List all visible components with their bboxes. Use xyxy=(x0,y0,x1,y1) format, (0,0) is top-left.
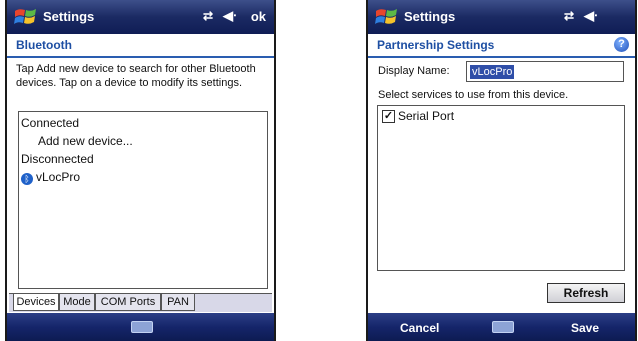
serial-port-label: Serial Port xyxy=(398,109,455,123)
bluetooth-icon: ᛒ xyxy=(21,173,33,185)
disconnected-section-label: Disconnected xyxy=(21,152,94,166)
tab-devices[interactable]: Devices xyxy=(13,294,59,311)
display-name-label: Display Name: xyxy=(378,65,450,77)
page-title: Bluetooth xyxy=(7,34,274,58)
speaker-icon[interactable]: ◀ᐧ xyxy=(584,8,597,24)
title-text[interactable]: Settings xyxy=(43,9,94,24)
speaker-icon[interactable]: ◀ᐧ xyxy=(223,8,236,24)
help-icon[interactable]: ? xyxy=(614,37,629,52)
cancel-softkey[interactable]: Cancel xyxy=(400,321,439,335)
header-text: Bluetooth xyxy=(16,38,72,52)
soft-key-bar xyxy=(7,313,274,341)
tab-pan[interactable]: PAN xyxy=(161,294,195,311)
connected-section-label: Connected xyxy=(21,116,80,130)
ok-button[interactable]: ok xyxy=(251,9,266,24)
connectivity-icon[interactable]: ⇄ xyxy=(203,9,213,23)
display-name-input[interactable]: vLocPro xyxy=(466,61,624,82)
refresh-button[interactable]: Refresh xyxy=(547,283,625,303)
partnership-screen: Settings ⇄ ◀ᐧ Partnership Settings ? Dis… xyxy=(366,0,637,341)
services-list[interactable]: ✓ Serial Port xyxy=(377,105,625,271)
device-list[interactable]: Connected Add new device... Disconnected… xyxy=(18,111,268,289)
title-bar: Settings ⇄ ◀ᐧ ok xyxy=(7,0,274,34)
keyboard-icon[interactable] xyxy=(130,321,153,333)
title-text[interactable]: Settings xyxy=(404,9,455,24)
tab-mode[interactable]: Mode xyxy=(59,294,95,311)
save-softkey[interactable]: Save xyxy=(571,321,599,335)
windows-flag-icon[interactable] xyxy=(374,5,400,29)
title-bar: Settings ⇄ ◀ᐧ xyxy=(368,0,635,34)
services-label: Select services to use from this device. xyxy=(378,89,569,101)
windows-flag-icon[interactable] xyxy=(13,5,39,29)
instructions-text: Tap Add new device to search for other B… xyxy=(16,63,256,89)
keyboard-icon[interactable] xyxy=(491,321,514,333)
device-item-vlocpro[interactable]: ᛒ vLocPro xyxy=(21,170,80,185)
serial-port-checkbox[interactable]: ✓ xyxy=(382,110,395,123)
display-name-value: vLocPro xyxy=(470,65,515,79)
tab-com-ports[interactable]: COM Ports xyxy=(95,294,161,311)
device-name: vLocPro xyxy=(36,170,81,184)
add-new-device-item[interactable]: Add new device... xyxy=(38,134,133,148)
header-text: Partnership Settings xyxy=(377,38,495,52)
connectivity-icon[interactable]: ⇄ xyxy=(564,9,574,23)
page-title: Partnership Settings ? xyxy=(368,34,635,58)
soft-key-bar: Cancel Save xyxy=(368,313,635,341)
bluetooth-screen: Settings ⇄ ◀ᐧ ok Bluetooth Tap Add new d… xyxy=(5,0,276,341)
tab-bar: Devices Mode COM Ports PAN xyxy=(9,293,272,312)
